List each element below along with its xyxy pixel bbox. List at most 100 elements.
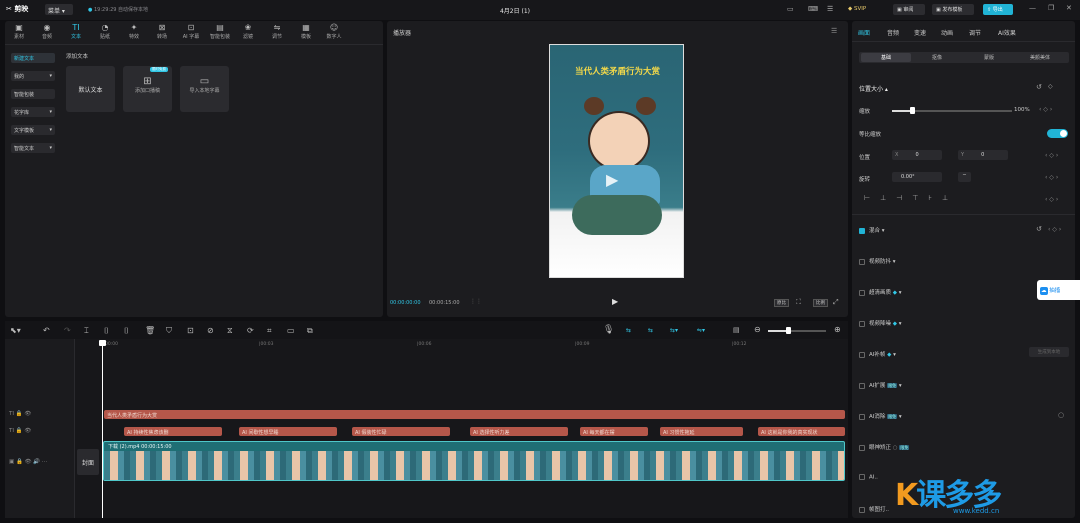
ai-more-checkbox[interactable] <box>859 474 865 480</box>
tab-speed[interactable]: 变速 <box>914 28 926 37</box>
crop-icon[interactable]: ⌗ <box>267 326 272 336</box>
player-menu-icon[interactable]: ☰ <box>831 27 837 35</box>
side-item-smart-pack[interactable]: 智能包装 <box>11 89 55 99</box>
close-icon[interactable]: ✕ <box>1066 4 1072 12</box>
text-clip[interactable]: AI 间歇性想早睡 <box>239 427 337 436</box>
align-toolbar[interactable]: ⊢⊥⊣⊤⊦⊥ <box>864 194 958 202</box>
subtab-keying[interactable]: 抠像 <box>932 54 942 61</box>
zoom-slider-thumb[interactable] <box>786 327 791 334</box>
shortcut-icon[interactable]: ⌨ <box>808 5 818 13</box>
grid-icon[interactable]: ⋮⋮ <box>470 298 482 305</box>
settings-icon[interactable]: ☰ <box>827 5 833 13</box>
position-keyframe-icon[interactable]: ‹ ◇ › <box>1045 152 1058 159</box>
tab-audio[interactable]: ◉ 音频 <box>33 23 61 40</box>
zoom-in-icon[interactable]: ⊕ <box>834 325 841 334</box>
ai-fill-checkbox[interactable] <box>859 351 865 358</box>
play-overlay-icon[interactable]: ▶ <box>606 170 618 189</box>
export-button[interactable]: ⇪ 导出 <box>983 4 1013 15</box>
blend-checkbox[interactable] <box>859 227 865 234</box>
microphone-icon[interactable]: 🎙 <box>603 325 614 335</box>
eye-correct-row[interactable]: 眼神矫正 ○ 限免 <box>859 443 910 451</box>
fullscreen-icon[interactable]: ⤢ <box>833 298 839 307</box>
tab-ai-subtitle[interactable]: ⊡ AI 字幕 <box>177 23 205 40</box>
fullscreen-fit-icon[interactable]: ⛶ <box>796 298 801 307</box>
scale-slider-thumb[interactable] <box>910 107 915 114</box>
subtab-mask[interactable]: 蒙版 <box>984 54 994 61</box>
uniform-scale-toggle[interactable] <box>1047 129 1068 138</box>
lock-icon[interactable]: 🔒 <box>16 428 23 434</box>
caption-icon[interactable]: ▤ <box>733 326 740 334</box>
text-clip[interactable]: AI 选择性听力差 <box>470 427 568 436</box>
text-clip[interactable]: AI 习惯性拖延 <box>660 427 743 436</box>
stabilize-checkbox[interactable] <box>859 258 865 265</box>
tab-picture[interactable]: 画面 <box>858 28 870 37</box>
main-track-magnet-icon[interactable]: ⇆ <box>626 327 631 334</box>
rotate-keyframe-icon[interactable]: ‹ ◇ › <box>1045 174 1058 181</box>
ai-generate-button[interactable]: 生成到本地 <box>1029 347 1069 357</box>
more-icon[interactable]: ⋯ <box>42 459 48 465</box>
video-clip[interactable]: 下载 (2).mp4 00:00:15:00 <box>103 441 845 481</box>
text-clip[interactable]: AI 这就是你我的真实现状 <box>758 427 845 436</box>
layout-icon[interactable]: ▭ <box>787 5 794 13</box>
hd-row[interactable]: 超清画质 ◆ ▾ <box>859 288 902 296</box>
eye-correct-checkbox[interactable] <box>859 444 865 451</box>
side-item-text-template[interactable]: 文字模板 ▾ <box>11 125 55 135</box>
reverse-icon[interactable]: ⊘ <box>207 326 214 335</box>
tab-digital-human[interactable]: ☺ 数字人 <box>320 23 348 40</box>
native-ratio-button[interactable]: 原比 <box>774 299 789 307</box>
preview-axis-icon[interactable]: ⇋▾ <box>697 327 705 334</box>
position-x-input[interactable]: X0 <box>892 150 942 160</box>
maximize-icon[interactable]: ❐ <box>1048 4 1054 12</box>
reset-icon[interactable]: ↺ <box>1036 83 1042 91</box>
ai-tool-icon[interactable]: ⧉ <box>307 326 313 336</box>
tab-smart-pack[interactable]: ▤ 智能包装 <box>206 23 234 40</box>
last-row[interactable]: 帧图打.. <box>859 505 889 513</box>
import-subtitle-card[interactable]: ▭ 导入本地字幕 <box>180 66 229 112</box>
hd-checkbox[interactable] <box>859 289 865 296</box>
freeze-icon[interactable]: ⊡ <box>187 326 194 335</box>
eye-icon[interactable]: 👁 <box>25 459 32 465</box>
auto-snap-icon[interactable]: ⇆ <box>648 327 653 334</box>
mirror-icon[interactable]: ⧖ <box>227 326 233 336</box>
text-clip[interactable]: AI 假装性忙碌 <box>352 427 450 436</box>
text-clip[interactable]: AI 每天都在摆 <box>580 427 648 436</box>
denoise-checkbox[interactable] <box>859 320 865 327</box>
tab-adjust-prop[interactable]: 调节 <box>969 28 981 37</box>
ai-eliminate-row[interactable]: AI消除 限免 ▾ <box>859 412 902 420</box>
split-icon[interactable]: ⌶ <box>84 326 89 336</box>
eye-icon[interactable]: 👁 <box>24 411 31 417</box>
lock-icon[interactable]: 🔒 <box>16 411 23 417</box>
playhead-handle[interactable] <box>99 340 106 346</box>
position-size-heading[interactable]: 位置大小 ▴ <box>859 84 888 93</box>
select-tool-icon[interactable]: ⬉▾ <box>10 326 21 335</box>
rotate-icon[interactable]: ⟳ <box>247 326 254 335</box>
last-checkbox[interactable] <box>859 506 865 513</box>
split-right-icon[interactable]: ⌷ <box>124 326 129 336</box>
scale-stepper-icon[interactable]: ‹ ◇ › <box>1039 106 1052 113</box>
keyframe-diamond-icon[interactable]: ◇ <box>1048 83 1053 90</box>
tab-adjust[interactable]: ⇋ 调节 <box>263 23 291 40</box>
stabilize-row[interactable]: 视频防抖 ▾ <box>859 257 896 265</box>
video-preview[interactable]: 当代人类矛盾行为大赏 ▶ <box>549 44 684 278</box>
marker-icon[interactable]: ⛉ <box>166 326 172 336</box>
promo-float-button[interactable]: ☁ 抽搐 <box>1037 280 1080 300</box>
redo-icon[interactable]: ↷ <box>64 326 71 335</box>
eye-icon[interactable]: 👁 <box>24 428 31 434</box>
publish-template-button[interactable]: ▣ 发布模板 <box>932 4 974 15</box>
tab-effects[interactable]: ✦ 特效 <box>120 23 148 40</box>
align-keyframe-icon[interactable]: ‹ ◇ › <box>1045 196 1058 203</box>
lock-icon[interactable]: 🔒 <box>16 459 23 465</box>
play-button[interactable]: ▶ <box>612 297 618 306</box>
default-text-card[interactable]: 默认文本 <box>66 66 115 112</box>
tab-transition[interactable]: ⊠ 转场 <box>148 23 176 40</box>
subtab-basic[interactable]: 基础 <box>861 53 911 62</box>
tab-media[interactable]: ▣ 素材 <box>5 23 33 40</box>
mute-icon[interactable]: 🔊 <box>33 459 40 465</box>
ai-expand-checkbox[interactable] <box>859 382 865 389</box>
text-clip[interactable]: AI 持续性焦虑该删 <box>124 427 222 436</box>
side-item-new-text[interactable]: 新建文本 <box>11 53 55 63</box>
tab-text[interactable]: TI 文本 <box>62 23 90 40</box>
tab-ai-effects[interactable]: AI效果 <box>998 28 1016 37</box>
rotate-input[interactable]: 0.00° <box>892 172 942 182</box>
title-text-clip[interactable]: 当代人类矛盾行为大赏 <box>104 410 845 419</box>
